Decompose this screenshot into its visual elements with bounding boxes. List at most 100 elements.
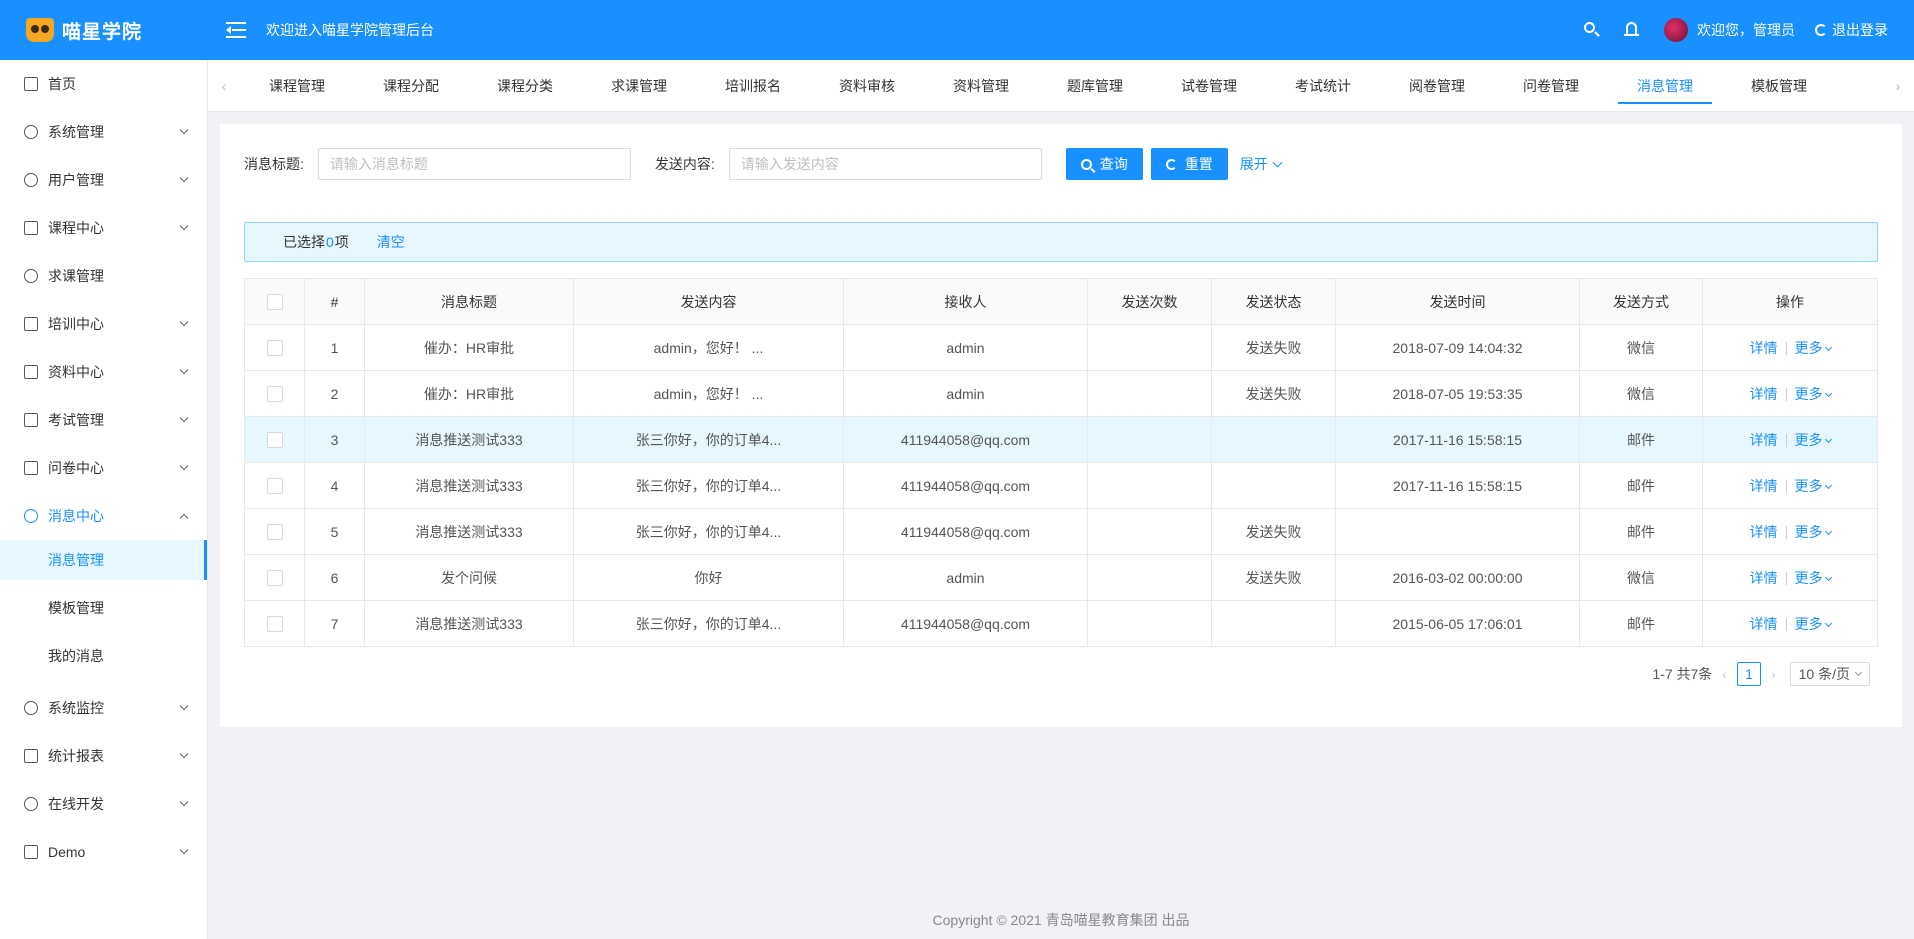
- sidebar-item-home[interactable]: 首页: [0, 60, 207, 108]
- tab-resource-review[interactable]: 资料审核: [810, 60, 924, 112]
- tab-scroll-right-icon[interactable]: ›: [1882, 78, 1914, 94]
- tab-template-management[interactable]: 模板管理: [1722, 60, 1836, 112]
- table-cell: 411944058@qq.com: [843, 416, 1088, 463]
- tab-exam-statistics[interactable]: 考试统计: [1266, 60, 1380, 112]
- dashboard-icon: [24, 701, 38, 715]
- tab-paper-management[interactable]: 试卷管理: [1152, 60, 1266, 112]
- logout-label: 退出登录: [1832, 22, 1888, 38]
- calendar-icon: [24, 317, 38, 331]
- sidebar-item-course-requests[interactable]: 求课管理: [0, 252, 207, 300]
- detail-link[interactable]: 详情: [1750, 432, 1778, 448]
- more-actions-link[interactable]: 更多: [1795, 616, 1832, 632]
- detail-link[interactable]: 详情: [1750, 524, 1778, 540]
- chevron-down-icon: [179, 173, 189, 183]
- title-search-input[interactable]: [317, 148, 631, 180]
- tab-course-requests[interactable]: 求课管理: [582, 60, 696, 112]
- expand-toggle[interactable]: 展开: [1240, 154, 1283, 174]
- detail-link[interactable]: 详情: [1750, 386, 1778, 402]
- tab-course-assignment[interactable]: 课程分配: [354, 60, 468, 112]
- select-all-checkbox[interactable]: [266, 294, 283, 311]
- more-actions-link[interactable]: 更多: [1794, 569, 1832, 586]
- sidebar-item-label: 系统管理: [48, 124, 104, 140]
- table-cell: 微信: [1579, 370, 1703, 417]
- detail-link[interactable]: 详情: [1750, 616, 1778, 632]
- row-checkbox[interactable]: [266, 478, 283, 495]
- sidebar-item-monitoring[interactable]: 系统监控: [0, 684, 207, 732]
- logout-button[interactable]: 退出登录: [1815, 20, 1888, 40]
- detail-link[interactable]: 详情: [1750, 478, 1778, 494]
- table-row[interactable]: 5 消息推送测试333 张三你好，你的订单4... 411944058@qq.com 发…: [244, 508, 1878, 555]
- table-cell: 2016-03-02 00:00:00: [1335, 554, 1580, 601]
- more-actions-link[interactable]: 更多: [1795, 478, 1832, 494]
- detail-link[interactable]: 详情: [1750, 340, 1778, 356]
- prev-page-icon[interactable]: ‹: [1722, 666, 1727, 682]
- row-checkbox[interactable]: [266, 524, 283, 541]
- menu-fold-icon[interactable]: [226, 22, 246, 38]
- bell-icon[interactable]: [1624, 22, 1640, 38]
- sidebar-item-online-dev[interactable]: 在线开发: [0, 780, 207, 828]
- table-row[interactable]: 4 消息推送测试333 张三你好，你的订单4... 411944058@qq.com 2…: [244, 462, 1878, 509]
- tab-course-category[interactable]: 课程分类: [468, 60, 582, 112]
- column-header: #: [304, 278, 365, 325]
- more-label: 更多: [1794, 385, 1823, 402]
- tab-resource-management[interactable]: 资料管理: [924, 60, 1038, 112]
- row-checkbox[interactable]: [266, 340, 283, 357]
- tab-message-management[interactable]: 消息管理: [1608, 60, 1722, 112]
- action-divider: [1785, 388, 1787, 402]
- user-greeting[interactable]: 欢迎您，管理员: [1697, 20, 1795, 40]
- search-icon[interactable]: [1584, 22, 1600, 38]
- content-search-input[interactable]: [728, 148, 1042, 180]
- reset-button-label: 重置: [1184, 156, 1213, 172]
- chevron-down-icon: [179, 461, 189, 471]
- reset-button[interactable]: 重置: [1150, 148, 1228, 180]
- avatar[interactable]: [1664, 18, 1688, 42]
- row-checkbox[interactable]: [266, 432, 283, 449]
- sidebar-item-courses[interactable]: 课程中心: [0, 204, 207, 252]
- sidebar-item-users[interactable]: 用户管理: [0, 156, 207, 204]
- table-row[interactable]: 1 催办：HR审批 admin，您好！ ... admin 发送失败 2018-07-09…: [244, 324, 1878, 371]
- pagination-summary: 1-7 共7条: [1652, 666, 1713, 682]
- detail-link[interactable]: 详情: [1750, 570, 1778, 586]
- tab-scroll-left-icon[interactable]: ‹: [208, 78, 240, 94]
- tab-question-bank[interactable]: 题库管理: [1038, 60, 1152, 112]
- row-checkbox[interactable]: [266, 616, 283, 633]
- sidebar-item-resources[interactable]: 资料中心: [0, 348, 207, 396]
- sidebar-subitem-message-management[interactable]: 消息管理: [0, 540, 207, 580]
- sidebar-item-exams[interactable]: 考试管理: [0, 396, 207, 444]
- row-checkbox[interactable]: [266, 386, 283, 403]
- tab-training-signup[interactable]: 培训报名: [696, 60, 810, 112]
- table-row[interactable]: 6 发个问候 你好 admin 发送失败 2016-03-02 00:00:00 微信 详情更…: [244, 554, 1878, 601]
- row-checkbox[interactable]: [266, 570, 283, 587]
- table-row[interactable]: 2 催办：HR审批 admin，您好！ ... admin 发送失败 2018-07-05…: [244, 370, 1878, 417]
- sidebar-item-reports[interactable]: 统计报表: [0, 732, 207, 780]
- tab-course-management[interactable]: 课程管理: [240, 60, 354, 112]
- sidebar-subitem-template-management[interactable]: 模板管理: [0, 588, 207, 628]
- more-label: 更多: [1794, 569, 1823, 586]
- table-row[interactable]: 7 消息推送测试333 张三你好，你的订单4... 411944058@qq.com 2…: [244, 600, 1878, 647]
- more-actions-link[interactable]: 更多: [1794, 385, 1832, 402]
- next-page-icon[interactable]: ›: [1771, 666, 1776, 682]
- table-cell: 1: [304, 324, 365, 371]
- clear-selection-link[interactable]: 清空: [377, 232, 405, 252]
- sidebar-subitem-my-messages[interactable]: 我的消息: [0, 636, 207, 676]
- column-header: 消息标题: [364, 278, 574, 325]
- page-size-select[interactable]: 10 条/页: [1789, 662, 1870, 686]
- more-actions-link[interactable]: 更多: [1795, 340, 1832, 356]
- page-number[interactable]: 1: [1736, 662, 1761, 686]
- more-actions-link[interactable]: 更多: [1795, 432, 1832, 448]
- table-row[interactable]: 3 消息推送测试333 张三你好，你的订单4... 411944058@qq.com 2…: [244, 416, 1878, 463]
- table-cell: [1087, 508, 1212, 555]
- row-actions: 详情 更多: [1702, 416, 1878, 463]
- sidebar-item-training[interactable]: 培训中心: [0, 300, 207, 348]
- tab-grading[interactable]: 阅卷管理: [1380, 60, 1494, 112]
- sidebar-item-demo[interactable]: Demo: [0, 828, 207, 876]
- tab-survey-management[interactable]: 问卷管理: [1494, 60, 1608, 112]
- sidebar-item-surveys[interactable]: 问卷中心: [0, 444, 207, 492]
- more-actions-link[interactable]: 更多: [1795, 524, 1832, 540]
- logo[interactable]: 喵星学院: [0, 0, 208, 60]
- sidebar-item-messages[interactable]: 消息中心: [0, 492, 207, 540]
- query-button[interactable]: 查询: [1065, 148, 1143, 180]
- chevron-down-icon: [179, 701, 189, 711]
- selection-prefix: 已选择: [283, 234, 325, 250]
- sidebar-item-system[interactable]: 系统管理: [0, 108, 207, 156]
